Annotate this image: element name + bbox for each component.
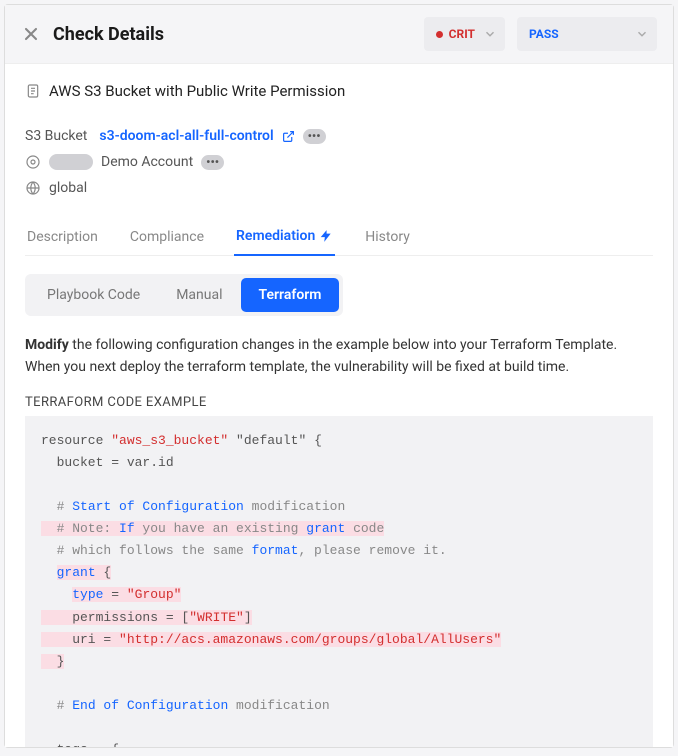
panel-header: Check Details CRIT PASS <box>5 5 673 64</box>
result-label: PASS <box>529 27 559 41</box>
tab-remediation-label: Remediation <box>236 228 315 244</box>
page-title: Check Details <box>53 24 412 45</box>
chevron-down-icon <box>635 27 649 41</box>
region-value: global <box>49 180 87 196</box>
globe-icon <box>25 180 41 196</box>
check-name: AWS S3 Bucket with Public Write Permissi… <box>49 82 345 100</box>
resource-row: S3 Bucket s3-doom-acl-all-full-control •… <box>25 128 653 144</box>
tab-remediation[interactable]: Remediation <box>234 218 335 256</box>
subtabs: Playbook Code Manual Terraform <box>25 274 343 316</box>
account-name: Demo Account <box>101 154 193 170</box>
tab-compliance[interactable]: Compliance <box>128 218 206 255</box>
subtab-playbook[interactable]: Playbook Code <box>29 278 158 312</box>
resource-link[interactable]: s3-doom-acl-all-full-control <box>99 128 273 144</box>
severity-label: CRIT <box>449 27 475 41</box>
redacted-account-id <box>49 154 93 170</box>
tab-history[interactable]: History <box>363 218 412 255</box>
external-link-icon[interactable] <box>282 130 295 143</box>
account-row: Demo Account ••• <box>25 154 653 170</box>
severity-chip[interactable]: CRIT <box>424 17 505 51</box>
more-dots-icon[interactable]: ••• <box>201 155 224 170</box>
document-icon <box>25 83 41 99</box>
tabs: Description Compliance Remediation Histo… <box>25 218 653 256</box>
close-icon[interactable] <box>21 24 41 44</box>
subtab-terraform[interactable]: Terraform <box>241 278 340 312</box>
code-label: TERRAFORM CODE EXAMPLE <box>25 395 653 410</box>
check-name-row: AWS S3 Bucket with Public Write Permissi… <box>25 82 653 100</box>
subtab-manual[interactable]: Manual <box>158 278 240 312</box>
panel-content: AWS S3 Bucket with Public Write Permissi… <box>5 64 673 747</box>
code-block: resource "aws_s3_bucket" "default" { buc… <box>25 416 653 747</box>
instruction-text: Modify the following configuration chang… <box>25 334 653 379</box>
region-row: global <box>25 180 653 196</box>
bolt-icon <box>319 229 333 243</box>
tag-icon <box>25 154 41 170</box>
result-chip[interactable]: PASS <box>517 17 657 51</box>
chevron-down-icon <box>483 27 497 41</box>
tab-description[interactable]: Description <box>25 218 100 255</box>
more-dots-icon[interactable]: ••• <box>303 129 326 144</box>
resource-type: S3 Bucket <box>25 128 87 144</box>
check-details-panel: Check Details CRIT PASS AWS S3 Bucket wi… <box>4 4 674 748</box>
severity-dot <box>436 31 443 38</box>
